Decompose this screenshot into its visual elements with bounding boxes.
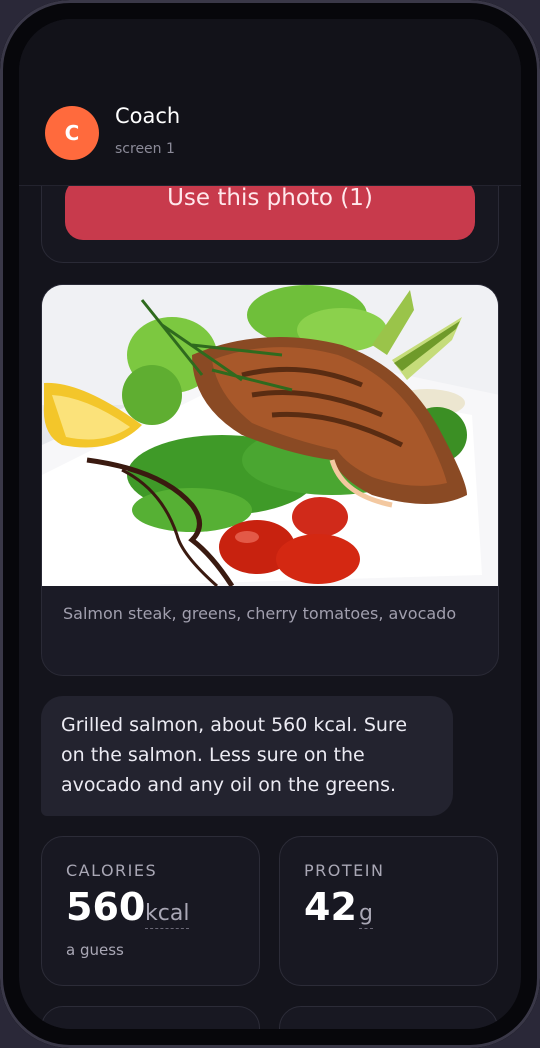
protein-label: PROTEIN xyxy=(304,861,385,880)
protein-card[interactable]: PROTEIN 42 g xyxy=(279,836,498,986)
calories-label: CALORIES xyxy=(66,861,158,880)
header-subtitle: screen 1 xyxy=(115,141,175,157)
stat-card-peek-right xyxy=(279,1006,498,1029)
food-image-card: Salmon steak, greens, cherry tomatoes, a… xyxy=(41,284,499,676)
coach-message: Grilled salmon, about 560 kcal. Sure on … xyxy=(41,696,453,816)
stat-card-peek-left xyxy=(41,1006,260,1029)
header-title: Coach xyxy=(115,104,181,128)
use-photo-button[interactable]: Use this photo (1) xyxy=(65,179,475,240)
image-caption: Salmon steak, greens, cherry tomatoes, a… xyxy=(63,604,457,623)
protein-unit: g xyxy=(359,901,373,929)
chat-header: C Coach screen 1 xyxy=(19,19,521,186)
phone-frame: Use this photo (1) Salmon steak, greens,… xyxy=(0,0,540,1048)
app-screen: Use this photo (1) Salmon steak, greens,… xyxy=(19,19,521,1029)
calories-card[interactable]: CALORIES 560 kcal a guess xyxy=(41,836,260,986)
calories-note: a guess xyxy=(66,941,124,959)
calories-value: 560 xyxy=(66,885,146,929)
food-photo[interactable] xyxy=(42,285,499,586)
calories-unit: kcal xyxy=(145,901,190,929)
protein-value: 42 xyxy=(304,885,357,929)
avatar[interactable]: C xyxy=(45,106,99,160)
